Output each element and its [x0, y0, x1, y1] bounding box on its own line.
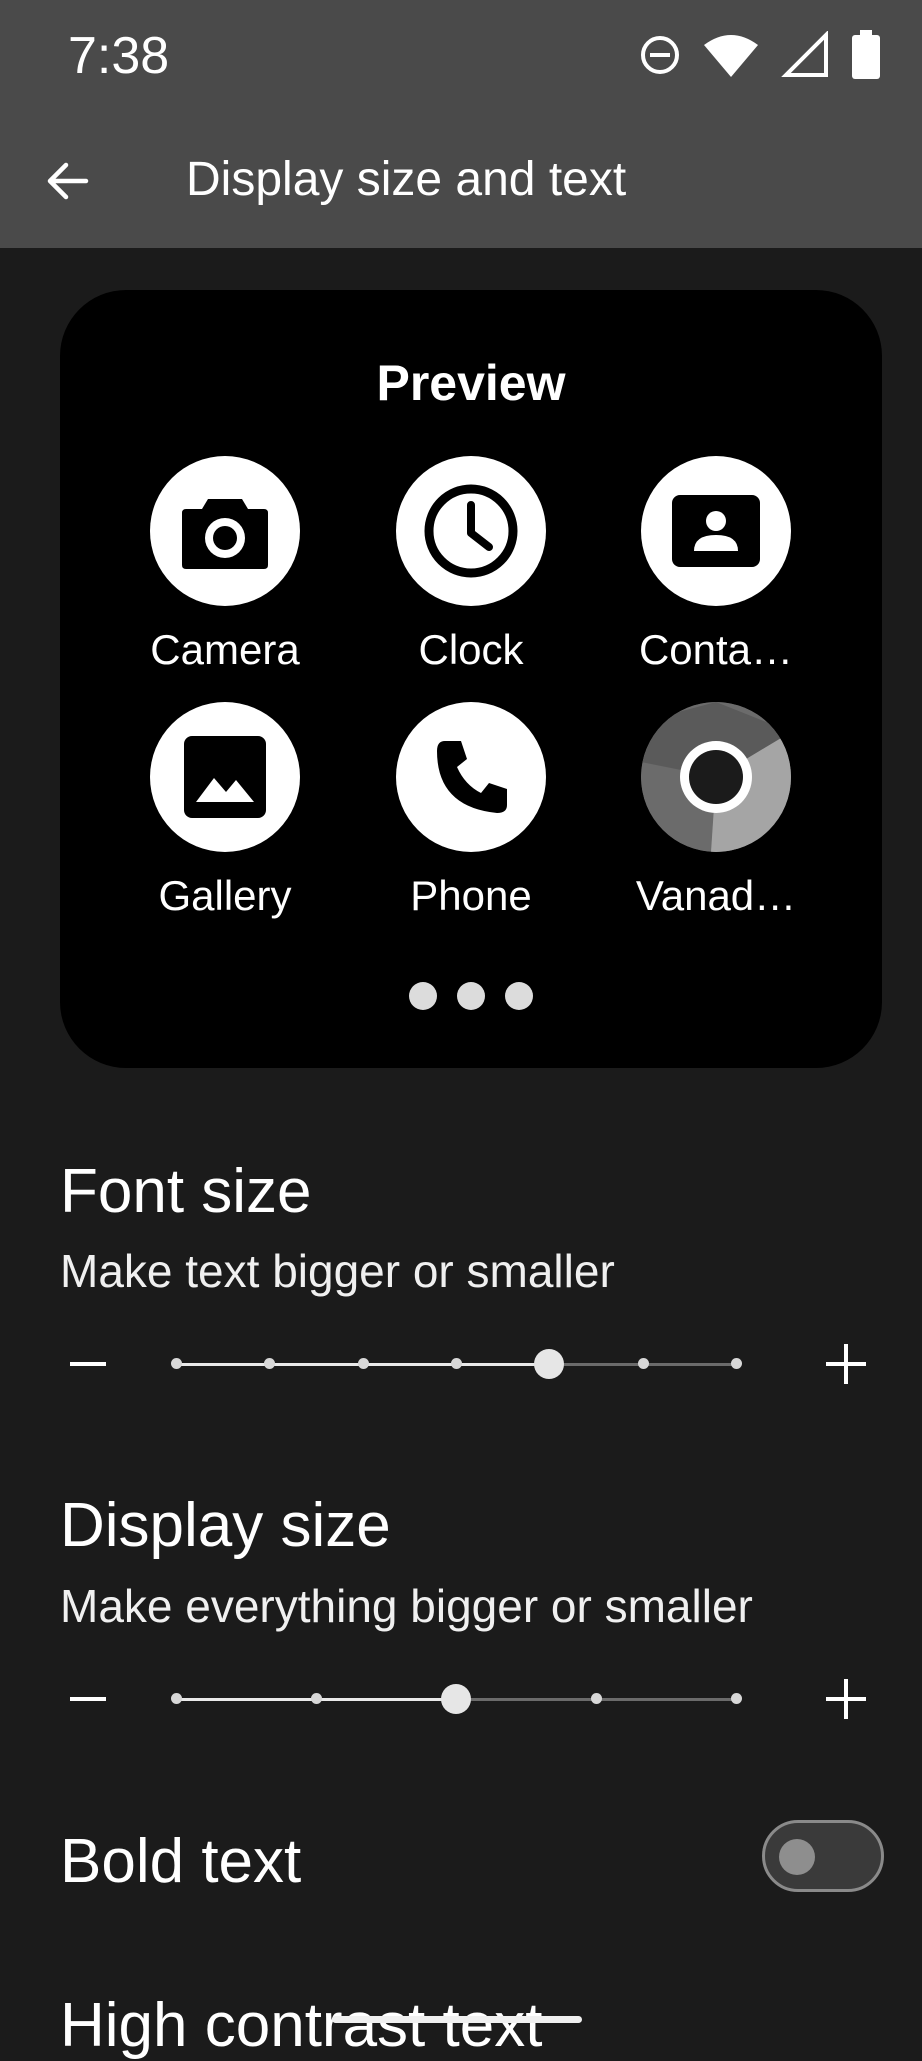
- slider-tick: [731, 1693, 742, 1704]
- app-phone: Phone: [376, 702, 566, 920]
- page-dot: [457, 982, 485, 1010]
- bold-text-toggle[interactable]: [762, 1820, 884, 1892]
- app-label: Clock: [418, 626, 524, 673]
- app-label: Gallery: [158, 872, 292, 919]
- contacts-icon: [672, 495, 760, 567]
- font-size-slider-row: [60, 1334, 882, 1394]
- display-size-slider-row: [60, 1669, 882, 1729]
- app-bar: Display size and text: [0, 114, 922, 248]
- battery-icon: [852, 30, 880, 79]
- status-icons: [638, 30, 882, 80]
- slider-tick: [357, 1358, 369, 1369]
- status-time: 7:38: [68, 27, 170, 85]
- app-label: Camera: [150, 626, 300, 673]
- gallery-icon: [184, 736, 266, 818]
- clock-icon: [424, 484, 518, 578]
- font-size-slider[interactable]: [171, 1349, 742, 1379]
- app-gallery: Gallery: [130, 702, 320, 920]
- app-clock: Clock: [376, 456, 566, 674]
- slider-tick: [311, 1693, 322, 1704]
- decrease-display-size-button[interactable]: [70, 1697, 106, 1701]
- page-indicator: [60, 982, 882, 1010]
- toggle-knob: [779, 1839, 815, 1875]
- arrow-back-icon: [47, 162, 89, 200]
- display-size-slider[interactable]: [171, 1684, 742, 1714]
- bold-text-title: Bold text: [60, 1827, 302, 1896]
- gesture-nav-handle[interactable]: [332, 2016, 582, 2023]
- page-dot: [505, 982, 533, 1010]
- font-size-subtitle: Make text bigger or smaller: [60, 1245, 615, 1297]
- slider-tick: [731, 1358, 742, 1369]
- cellular-signal-icon: [781, 31, 828, 77]
- camera-icon: [182, 499, 268, 569]
- slider-tick: [264, 1358, 276, 1369]
- do-not-disturb-icon: [641, 36, 679, 74]
- high-contrast-text-title: High contrast text: [60, 1991, 543, 2060]
- page-title: Display size and text: [186, 153, 627, 206]
- back-button[interactable]: [36, 150, 98, 212]
- page-dot: [409, 982, 437, 1010]
- status-bar: 7:38: [0, 0, 922, 114]
- slider-tick: [171, 1693, 182, 1704]
- preview-title: Preview: [376, 355, 566, 411]
- app-label: Vanad…: [635, 872, 797, 919]
- slider-thumb[interactable]: [534, 1349, 565, 1379]
- wifi-icon: [704, 35, 758, 77]
- slider-tick: [591, 1693, 602, 1704]
- font-size-title: Font size: [60, 1157, 312, 1226]
- display-size-subtitle: Make everything bigger or smaller: [60, 1580, 753, 1632]
- decrease-font-size-button[interactable]: [70, 1362, 106, 1366]
- app-label: Phone: [410, 872, 532, 919]
- phone-icon: [437, 741, 507, 813]
- slider-tick: [171, 1358, 182, 1369]
- slider-thumb[interactable]: [441, 1684, 471, 1714]
- app-camera: Camera: [130, 456, 320, 674]
- slider-tick: [637, 1358, 649, 1369]
- display-size-title: Display size: [60, 1491, 391, 1560]
- app-contacts: Conta…: [621, 456, 811, 674]
- preview-card: Preview Camera Clock Conta… Gallery Phon…: [60, 290, 882, 1068]
- slider-tick: [451, 1358, 462, 1369]
- app-label: Conta…: [638, 626, 794, 673]
- app-vanadium: Vanad…: [621, 702, 811, 920]
- vanadium-browser-icon: [641, 702, 791, 852]
